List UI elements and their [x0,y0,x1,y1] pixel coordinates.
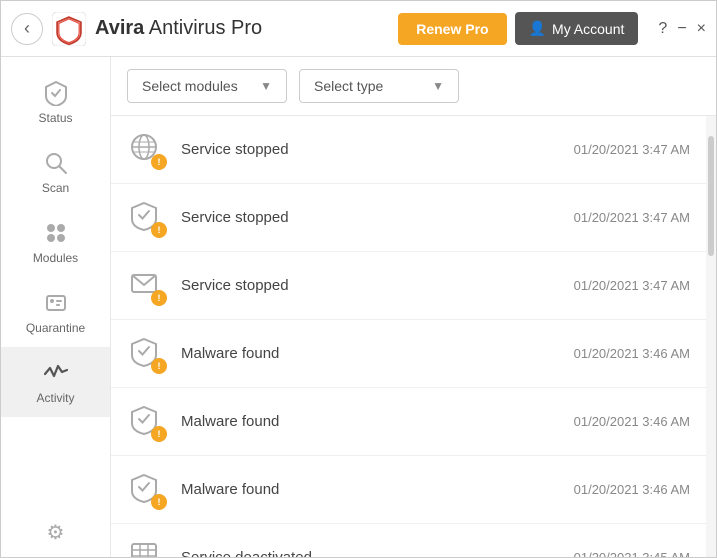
item-title: Service stopped [181,141,289,158]
content-area: Select modules ▼ Select type ▼ [111,57,716,557]
warning-badge: ! [151,290,167,306]
sidebar-scan-label: Scan [42,181,69,195]
window-controls: ? − × [658,20,706,38]
renew-pro-button[interactable]: Renew Pro [398,13,506,45]
app-title: Avira Antivirus Pro [95,17,262,40]
item-title: Service deactivated [181,549,312,558]
select-modules-dropdown[interactable]: Select modules ▼ [127,69,287,103]
item-icon-shield: ! [127,198,167,238]
item-title: Malware found [181,413,279,430]
activity-list-container: ! Service stopped 01/20/2021 3:47 AM [111,116,716,557]
scrollbar-thumb[interactable] [708,136,714,256]
item-time: 01/20/2021 3:47 AM [574,278,690,293]
app-window: ‹ Avira Antivirus Pro Renew Pro 👤 My Acc… [0,0,717,558]
item-content: Service stopped [181,277,574,295]
list-item[interactable]: ! Service stopped 01/20/2021 3:47 AM [111,116,706,184]
account-icon: 👤 [529,20,546,37]
sidebar-item-activity[interactable]: Activity [1,347,110,417]
item-title: Malware found [181,345,279,362]
chevron-down-icon: ▼ [432,79,444,93]
item-time: 01/20/2021 3:46 AM [574,414,690,429]
main-area: Status Scan [1,57,716,557]
sidebar-quarantine-label: Quarantine [26,321,85,335]
select-type-label: Select type [314,78,383,94]
select-modules-label: Select modules [142,78,238,94]
sidebar: Status Scan [1,57,111,557]
list-item[interactable]: ! Service deactivated 01/20/2021 3:45 AM [111,524,706,557]
back-button[interactable]: ‹ [11,13,43,45]
quarantine-icon [42,289,70,317]
warning-badge: ! [151,426,167,442]
app-logo [51,11,87,47]
activity-list: ! Service stopped 01/20/2021 3:47 AM [111,116,706,557]
warning-badge: ! [151,222,167,238]
item-time: 01/20/2021 3:45 AM [574,550,690,557]
item-icon-firewall: ! [127,538,167,558]
gear-icon: ⚙ [47,520,65,545]
item-content: Malware found [181,413,574,431]
help-button[interactable]: ? [658,20,667,38]
list-item[interactable]: ! Service stopped 01/20/2021 3:47 AM [111,184,706,252]
item-icon-shield: ! [127,470,167,510]
warning-badge: ! [151,494,167,510]
list-item[interactable]: ! Malware found 01/20/2021 3:46 AM [111,456,706,524]
sidebar-item-scan[interactable]: Scan [1,137,110,207]
item-icon-globe: ! [127,130,167,170]
settings-button[interactable]: ⚙ [35,508,77,557]
sidebar-item-modules[interactable]: Modules [1,207,110,277]
warning-badge: ! [151,358,167,374]
item-content: Malware found [181,345,574,363]
item-content: Service deactivated [181,549,574,558]
minimize-button[interactable]: − [677,20,686,38]
filter-bar: Select modules ▼ Select type ▼ [111,57,716,116]
item-title: Malware found [181,481,279,498]
item-time: 01/20/2021 3:47 AM [574,210,690,225]
select-type-dropdown[interactable]: Select type ▼ [299,69,459,103]
sidebar-status-label: Status [38,111,72,125]
close-button[interactable]: × [697,20,706,38]
item-content: Service stopped [181,209,574,227]
scrollbar-track[interactable] [706,116,716,557]
status-icon [42,79,70,107]
item-time: 01/20/2021 3:46 AM [574,346,690,361]
sidebar-activity-label: Activity [36,391,74,405]
my-account-button[interactable]: 👤 My Account [515,12,639,45]
title-bar-right: Renew Pro 👤 My Account ? − × [398,12,706,45]
sidebar-item-status[interactable]: Status [1,67,110,137]
item-title: Service stopped [181,277,289,294]
item-time: 01/20/2021 3:47 AM [574,142,690,157]
scan-icon [42,149,70,177]
list-item[interactable]: ! Malware found 01/20/2021 3:46 AM [111,388,706,456]
title-bar-left: ‹ Avira Antivirus Pro [11,11,398,47]
sidebar-modules-label: Modules [33,251,78,265]
list-item[interactable]: ! Malware found 01/20/2021 3:46 AM [111,320,706,388]
chevron-down-icon: ▼ [260,79,272,93]
item-time: 01/20/2021 3:46 AM [574,482,690,497]
warning-badge: ! [151,154,167,170]
item-icon-shield: ! [127,334,167,374]
list-item[interactable]: ! Service stopped 01/20/2021 3:47 AM [111,252,706,320]
title-bar: ‹ Avira Antivirus Pro Renew Pro 👤 My Acc… [1,1,716,57]
activity-icon [42,359,70,387]
item-content: Malware found [181,481,574,499]
item-icon-shield: ! [127,402,167,442]
avira-logo-icon [52,12,86,46]
sidebar-item-quarantine[interactable]: Quarantine [1,277,110,347]
item-icon-mail: ! [127,266,167,306]
item-title: Service stopped [181,209,289,226]
modules-icon [42,219,70,247]
item-content: Service stopped [181,141,574,159]
